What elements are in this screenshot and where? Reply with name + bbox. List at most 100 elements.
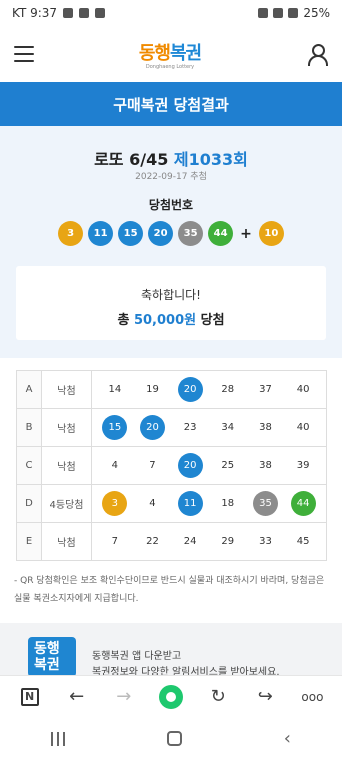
total-prefix: 총 bbox=[117, 313, 130, 328]
ticket-game-label: C bbox=[16, 446, 42, 485]
ticket-number: 33 bbox=[259, 536, 272, 547]
winning-numbers: 3 11 15 20 35 44 +10 bbox=[0, 221, 342, 246]
ticket-number: 40 bbox=[296, 384, 310, 395]
status-bar: KT 9:37 25% bbox=[0, 0, 342, 26]
total-suffix: 당첨 bbox=[200, 313, 225, 328]
ticket-rank: 낙첨 bbox=[41, 370, 92, 409]
forward-arrow-icon[interactable]: → bbox=[112, 685, 136, 709]
congrats-box: 축하합니다! 총 50,000원 당첨 bbox=[16, 266, 326, 340]
ticket-number: 3 bbox=[102, 491, 128, 516]
ticket-number: 45 bbox=[296, 536, 310, 547]
ticket-row: C 낙첨 4 7 20 25 38 39 bbox=[16, 446, 327, 485]
winning-ball: 11 bbox=[88, 221, 114, 246]
ticket-numbers: 15 20 23 34 38 40 bbox=[91, 408, 327, 447]
ticket-row: D 4등당첨 3 4 11 18 35 44 bbox=[16, 484, 327, 523]
ticket-number: 29 bbox=[221, 536, 235, 547]
recent-apps-icon[interactable] bbox=[50, 731, 65, 746]
ticket-number: 24 bbox=[183, 536, 197, 547]
winning-ball: 44 bbox=[208, 221, 234, 246]
system-nav-bar: ‹ bbox=[0, 717, 342, 760]
ticket-number: 20 bbox=[177, 453, 203, 478]
ticket-game-label: D bbox=[16, 484, 42, 523]
home-icon[interactable] bbox=[166, 731, 182, 746]
notice-text: - QR 당첨확인은 보조 확인수단이므로 반드시 실물과 대조하시기 바라며,… bbox=[14, 576, 325, 604]
cloud-icon bbox=[95, 8, 106, 18]
ticket-row: E 낙첨 7 22 24 29 33 45 bbox=[16, 522, 327, 561]
ticket-number: 39 bbox=[296, 460, 310, 471]
game-title: 로또 6/45 제1033회 bbox=[0, 146, 342, 170]
ticket-rank: 낙첨 bbox=[41, 522, 92, 561]
winning-ball: 20 bbox=[148, 221, 174, 246]
ticket-numbers: 3 4 11 18 35 44 bbox=[91, 484, 327, 523]
ticket-number: 37 bbox=[259, 384, 272, 395]
ticket-section: A 낙첨 14 19 20 28 37 40 B 낙첨 15 20 23 34 38 40 C 낙첨 4 7 20 25 3… bbox=[0, 358, 342, 623]
ticket-rank: 낙첨 bbox=[41, 446, 92, 485]
ticket-number: 4 bbox=[111, 460, 119, 471]
bonus-ball: 10 bbox=[258, 221, 284, 246]
ticket-number: 20 bbox=[177, 377, 203, 402]
winning-ball: 15 bbox=[118, 221, 144, 246]
menu-icon[interactable] bbox=[14, 46, 34, 62]
back-icon[interactable]: ‹ bbox=[284, 728, 291, 749]
ticket-game-label: B bbox=[16, 408, 42, 447]
ticket-table: A 낙첨 14 19 20 28 37 40 B 낙첨 15 20 23 34 38 40 C 낙첨 4 7 20 25 3… bbox=[16, 370, 327, 561]
back-arrow-icon[interactable]: ← bbox=[65, 685, 89, 709]
winning-ball: 35 bbox=[178, 221, 204, 246]
ticket-number: 22 bbox=[146, 536, 159, 547]
bonus-plus: + bbox=[240, 225, 252, 242]
promo-line1: 동행복권 앱 다운받고 bbox=[92, 651, 182, 662]
logo-text-blue: 복권 bbox=[170, 42, 202, 64]
ticket-number: 25 bbox=[221, 460, 235, 471]
ticket-number: 19 bbox=[146, 384, 159, 395]
app-notification-icon bbox=[79, 8, 90, 18]
gallery-icon bbox=[63, 8, 74, 18]
user-icon[interactable] bbox=[306, 43, 328, 66]
more-icon[interactable]: ooo bbox=[300, 685, 324, 709]
congrats-text: 축하합니다! bbox=[140, 288, 201, 302]
ticket-number: 35 bbox=[252, 491, 278, 516]
total-amount: 50,000원 bbox=[133, 313, 197, 328]
result-panel: 로또 6/45 제1033회 2022-09-17 추첨 당첨번호 3 11 15 2… bbox=[0, 126, 342, 358]
wifi-icon bbox=[273, 8, 284, 18]
ticket-number: 40 bbox=[296, 422, 310, 433]
winning-numbers-label: 당첨번호 bbox=[148, 198, 194, 212]
round-number: 제1033회 bbox=[173, 150, 248, 169]
ticket-number: 23 bbox=[183, 422, 197, 433]
ticket-number: 20 bbox=[139, 415, 165, 440]
share-icon[interactable]: ↪ bbox=[253, 685, 277, 709]
game-name: 로또 6/45 bbox=[94, 150, 169, 169]
ticket-number: 11 bbox=[177, 491, 203, 516]
winning-ball: 3 bbox=[58, 221, 84, 246]
carrier-time: KT 9:37 bbox=[12, 6, 58, 20]
ticket-number: 15 bbox=[102, 415, 128, 440]
ticket-number: 44 bbox=[290, 491, 316, 516]
ticket-numbers: 4 7 20 25 38 39 bbox=[91, 446, 327, 485]
ticket-game-label: A bbox=[16, 370, 42, 409]
app-logo-line1: 동행 bbox=[34, 641, 60, 657]
ticket-number: 14 bbox=[108, 384, 122, 395]
ticket-row: A 낙첨 14 19 20 28 37 40 bbox=[16, 370, 327, 409]
ticket-number: 7 bbox=[149, 460, 156, 471]
refresh-icon[interactable]: ↻ bbox=[206, 685, 230, 709]
ticket-number: 34 bbox=[221, 422, 235, 433]
ticket-game-label: E bbox=[16, 522, 42, 561]
app-promo-banner[interactable]: 동행 복권 동행복권 앱 다운받고 복권정보와 다양한 알림서비스를 받아보세요. bbox=[0, 623, 342, 678]
page-title: 구매복권 당첨결과 bbox=[0, 82, 342, 126]
ticket-number: 18 bbox=[221, 498, 235, 509]
battery-level: 25% bbox=[303, 6, 330, 20]
app-logo: 동행 복권 bbox=[28, 637, 76, 677]
browser-toolbar: N ← → ↻ ↪ ooo bbox=[0, 675, 342, 717]
ticket-number: 4 bbox=[149, 498, 156, 509]
draw-date: 2022-09-17 추첨 bbox=[135, 172, 207, 182]
logo-subtitle: Donghaeng Lottery bbox=[145, 63, 195, 70]
ticket-number: 28 bbox=[221, 384, 235, 395]
ticket-number: 38 bbox=[259, 422, 272, 433]
site-logo[interactable]: 동행복권 Donghaeng Lottery bbox=[138, 39, 202, 70]
naver-home-icon[interactable]: N bbox=[18, 685, 42, 709]
green-dot-icon[interactable] bbox=[158, 684, 183, 709]
ticket-numbers: 14 19 20 28 37 40 bbox=[91, 370, 327, 409]
app-logo-line2: 복권 bbox=[34, 657, 60, 673]
ticket-rank: 4등당첨 bbox=[41, 484, 92, 523]
ticket-rank: 낙첨 bbox=[41, 408, 92, 447]
logo-text-orange: 동행 bbox=[138, 42, 171, 64]
